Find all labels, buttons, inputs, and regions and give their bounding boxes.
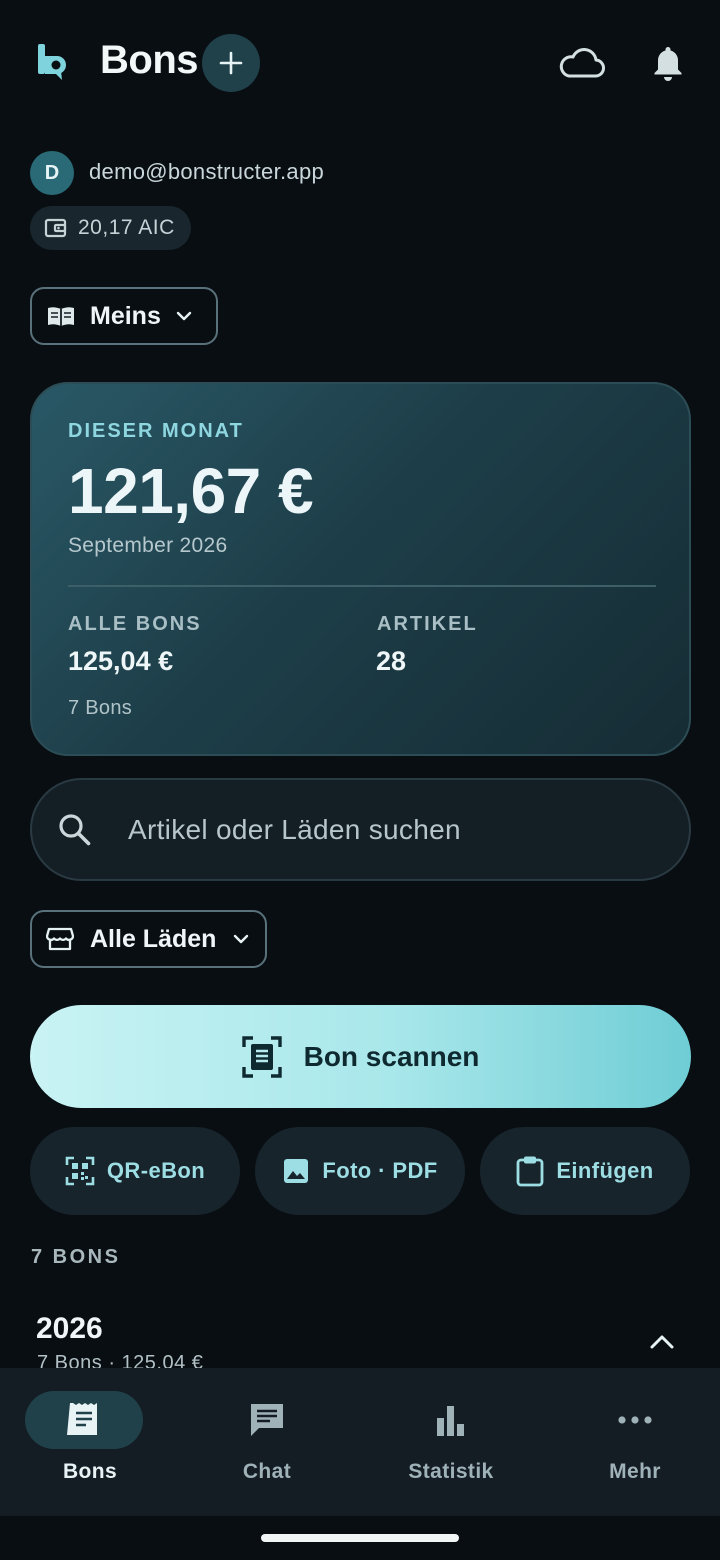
nav-label-chat: Chat bbox=[242, 1460, 292, 1483]
store-filter[interactable]: Alle Läden bbox=[30, 910, 267, 968]
receipt-icon bbox=[62, 1398, 106, 1442]
all-bons-value: 125,04 € bbox=[68, 646, 174, 676]
account-email: demo@bonstructer.app bbox=[89, 159, 325, 184]
summary-card: DIESER MONAT 121,67 € September 2026 ALL… bbox=[30, 382, 691, 756]
page-title: Bons bbox=[100, 38, 199, 82]
scan-receipt-label: Bon scannen bbox=[303, 1040, 480, 1072]
credits-value: 20,17 AIC bbox=[78, 216, 175, 239]
chevron-down-icon bbox=[234, 934, 249, 944]
chevron-up-icon bbox=[650, 1335, 674, 1349]
store-icon bbox=[46, 927, 74, 951]
nav-item-bons[interactable]: Bons bbox=[0, 1368, 180, 1516]
cloud-sync-button[interactable] bbox=[554, 40, 608, 86]
nav-label-mehr: Mehr bbox=[609, 1460, 661, 1483]
all-bons-label: ALLE BONS bbox=[68, 613, 202, 635]
articles-value: 28 bbox=[376, 646, 407, 676]
month-total: 121,67 € bbox=[68, 455, 314, 527]
chevron-down-icon bbox=[176, 311, 192, 321]
summary-kicker: DIESER MONAT bbox=[68, 420, 244, 442]
nav-item-mehr[interactable]: Mehr bbox=[545, 1368, 720, 1516]
qr-ebon-button[interactable]: QR-eBon bbox=[30, 1127, 240, 1215]
bons-count: 7 Bons bbox=[68, 697, 133, 719]
store-filter-label: Alle Läden bbox=[90, 924, 217, 953]
qr-code-icon bbox=[65, 1156, 95, 1186]
notifications-button[interactable] bbox=[644, 38, 692, 88]
scan-receipt-button[interactable]: Bon scannen bbox=[30, 1005, 691, 1108]
year-group-toggle[interactable] bbox=[640, 1322, 684, 1362]
month-label: September 2026 bbox=[68, 534, 228, 557]
nav-label-statistik: Statistik bbox=[408, 1460, 494, 1483]
add-button[interactable] bbox=[202, 34, 260, 92]
bottom-navigation: Bons Chat Statistik Mehr bbox=[0, 1368, 720, 1516]
image-icon bbox=[284, 1159, 309, 1183]
avatar[interactable]: D bbox=[30, 151, 74, 195]
search-icon bbox=[59, 813, 91, 845]
nav-item-chat[interactable]: Chat bbox=[177, 1368, 357, 1516]
search-input[interactable] bbox=[128, 813, 648, 846]
qr-ebon-label: QR-eBon bbox=[106, 1158, 206, 1183]
more-icon bbox=[613, 1398, 657, 1442]
nav-label-bons: Bons bbox=[62, 1460, 118, 1483]
document-scan-icon bbox=[241, 1035, 282, 1078]
paste-label: Einfügen bbox=[556, 1158, 654, 1183]
clipboard-icon bbox=[516, 1156, 544, 1187]
year-group-title[interactable]: 2026 bbox=[36, 1312, 103, 1346]
wallet-icon bbox=[44, 218, 67, 238]
home-indicator[interactable] bbox=[261, 1534, 459, 1542]
bar-chart-icon bbox=[429, 1398, 473, 1442]
divider bbox=[68, 585, 656, 587]
app-logo bbox=[36, 42, 72, 82]
book-selector-label: Meins bbox=[90, 301, 161, 330]
plus-icon bbox=[219, 51, 243, 75]
search-bar[interactable] bbox=[30, 778, 691, 881]
chat-icon bbox=[245, 1398, 289, 1442]
bons-count-heading: 7 BONS bbox=[31, 1246, 121, 1268]
photo-pdf-button[interactable]: Foto · PDF bbox=[255, 1127, 465, 1215]
credits-badge[interactable]: 20,17 AIC bbox=[30, 206, 191, 250]
bell-icon bbox=[654, 47, 682, 81]
nav-item-statistik[interactable]: Statistik bbox=[361, 1368, 541, 1516]
book-icon bbox=[48, 307, 74, 326]
photo-pdf-label: Foto · PDF bbox=[322, 1158, 438, 1183]
paste-button[interactable]: Einfügen bbox=[480, 1127, 690, 1215]
cloud-icon bbox=[559, 48, 605, 78]
articles-label: ARTIKEL bbox=[377, 613, 478, 635]
book-selector[interactable]: Meins bbox=[30, 287, 218, 345]
